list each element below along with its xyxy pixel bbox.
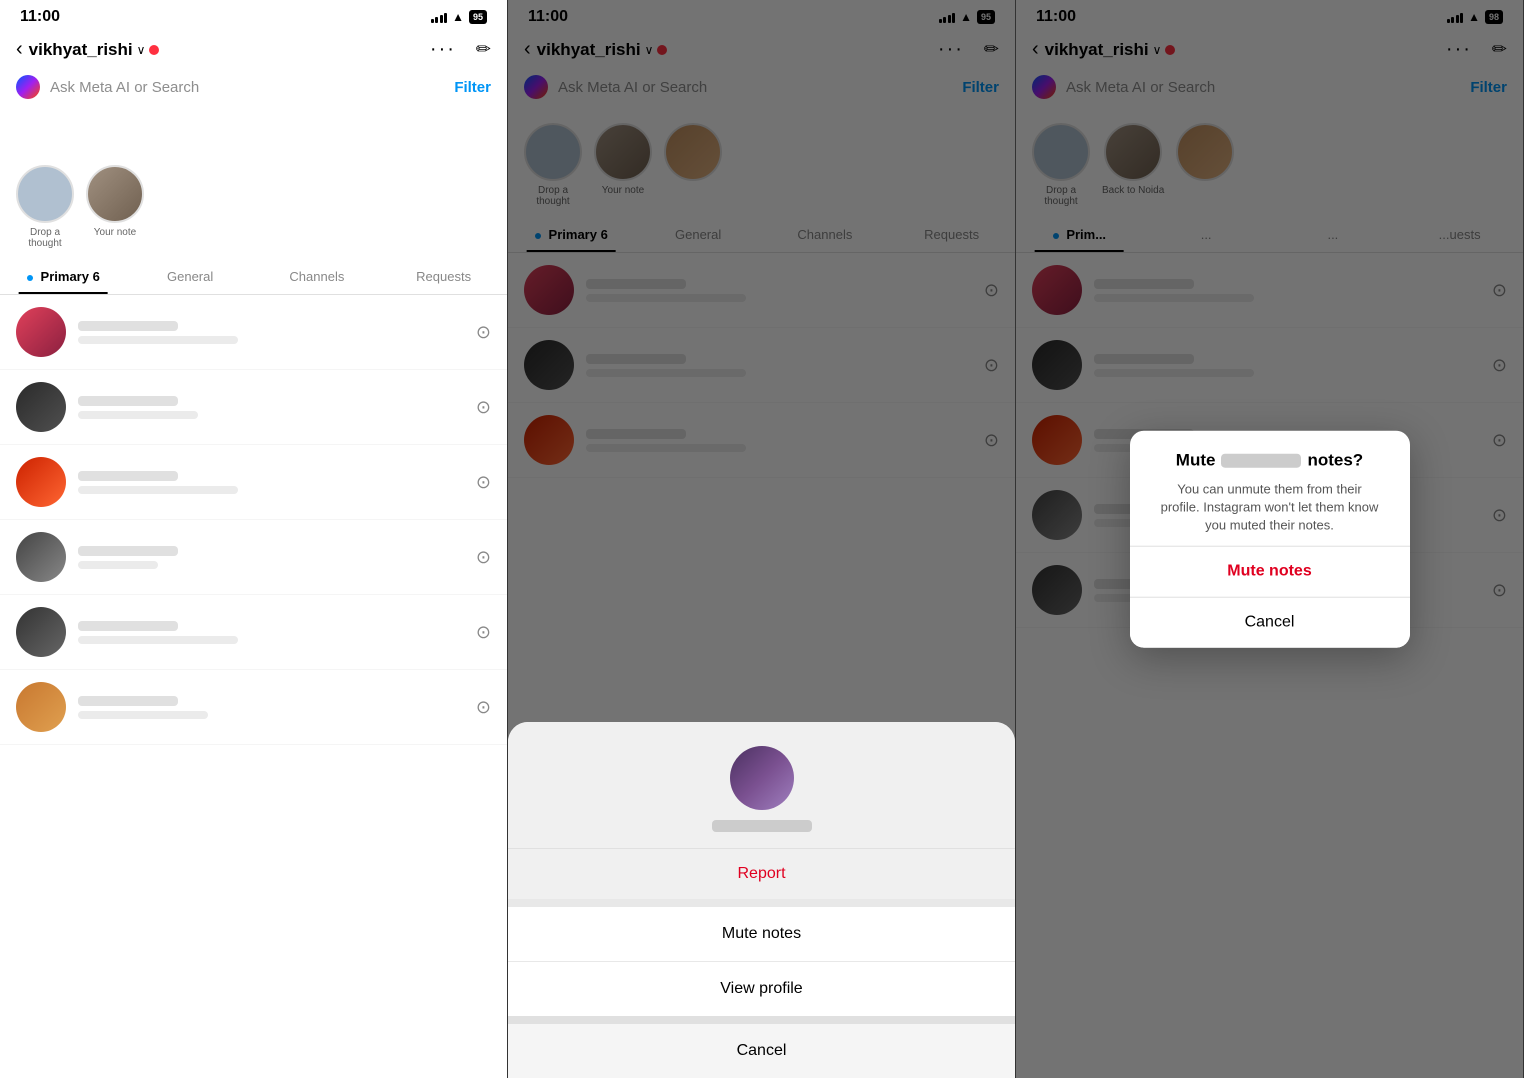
back-button-1[interactable]: ‹ (16, 38, 23, 61)
tabs-row-1: Primary 6 General Channels Requests (0, 259, 507, 295)
panel-2: 11:00 ▲ 95 ‹ vikhyat_rishi ∨ ··· ✏ (508, 0, 1016, 1078)
bs-view-profile-button[interactable]: View profile (508, 961, 1015, 1016)
mute-dialog-header: Mute notes? You can unmute them from the… (1130, 431, 1410, 546)
note-label-own: Drop athought (28, 227, 61, 249)
message-item-1d[interactable]: ⊙ (0, 520, 507, 595)
note-item-friend1[interactable]: Your note (86, 165, 144, 249)
status-time-1: 11:00 (20, 8, 60, 26)
msg-name-bar-1c (78, 471, 178, 481)
header-right-1: ··· ✏ (430, 38, 491, 61)
msg-avatar-1a (16, 307, 66, 357)
msg-content-1b (78, 396, 464, 419)
mute-dialog: Mute notes? You can unmute them from the… (1130, 431, 1410, 648)
tab-general-label-1: General (167, 269, 213, 284)
bs-avatar (730, 746, 794, 810)
bs-profile-section (508, 722, 1015, 848)
message-item-1b[interactable]: ⊙ (0, 370, 507, 445)
panel-1: 11:00 ▲ 95 ‹ vikhyat_rishi ∨ ··· ✏ (0, 0, 508, 1078)
mute-notes-confirm-button[interactable]: Mute notes (1130, 545, 1410, 596)
msg-content-1e (78, 621, 464, 644)
msg-name-bar-1d (78, 546, 178, 556)
search-placeholder-1[interactable]: Ask Meta AI or Search (50, 79, 199, 96)
mute-title-label: Mute (1176, 451, 1216, 471)
bottom-sheet-2: Report Mute notes View profile Cancel (508, 722, 1015, 1078)
username-area-1[interactable]: vikhyat_rishi ∨ (29, 40, 160, 60)
camera-icon-1e[interactable]: ⊙ (476, 622, 491, 643)
header-nav-1: ‹ vikhyat_rishi ∨ ··· ✏ (0, 30, 507, 69)
msg-name-bar-1a (78, 321, 178, 331)
camera-icon-1f[interactable]: ⊙ (476, 697, 491, 718)
bs-username-bar (712, 820, 812, 832)
msg-preview-bar-1c (78, 486, 238, 494)
message-item-1f[interactable]: ⊙ (0, 670, 507, 745)
msg-name-bar-1b (78, 396, 178, 406)
msg-avatar-1e (16, 607, 66, 657)
msg-preview-bar-1b (78, 411, 198, 419)
search-left-1: Ask Meta AI or Search (16, 75, 454, 99)
chevron-down-icon-1: ∨ (137, 43, 146, 57)
bs-report-button[interactable]: Report (508, 848, 1015, 899)
msg-preview-bar-1d (78, 561, 158, 569)
note-item-own[interactable]: Drop athought (16, 165, 74, 249)
msg-avatar-1d (16, 532, 66, 582)
camera-icon-1b[interactable]: ⊙ (476, 397, 491, 418)
filter-button-1[interactable]: Filter (454, 79, 491, 96)
bs-mute-notes-button[interactable]: Mute notes (508, 899, 1015, 961)
msg-preview-bar-1a (78, 336, 238, 344)
panel-3: 11:00 ▲ 98 ‹ vikhyat_rishi ∨ ··· ✏ (1016, 0, 1524, 1078)
more-options-button-1[interactable]: ··· (430, 38, 456, 61)
bs-cancel-button[interactable]: Cancel (508, 1016, 1015, 1078)
message-item-1a[interactable]: ⊙ (0, 295, 507, 370)
camera-icon-1c[interactable]: ⊙ (476, 472, 491, 493)
edit-button-1[interactable]: ✏ (476, 39, 491, 60)
msg-avatar-1b (16, 382, 66, 432)
camera-icon-1d[interactable]: ⊙ (476, 547, 491, 568)
message-item-1e[interactable]: ⊙ (0, 595, 507, 670)
tab-channels-label-1: Channels (289, 269, 344, 284)
mute-description-text: You can unmute them from their profile. … (1150, 481, 1390, 536)
msg-avatar-1f (16, 682, 66, 732)
username-text-1: vikhyat_rishi (29, 40, 133, 60)
mute-title-row: Mute notes? (1150, 451, 1390, 471)
mute-notes-label: notes? (1307, 451, 1363, 471)
msg-content-1f (78, 696, 464, 719)
msg-preview-bar-1e (78, 636, 238, 644)
camera-icon-1a[interactable]: ⊙ (476, 322, 491, 343)
msg-name-bar-1e (78, 621, 178, 631)
tab-general-1[interactable]: General (127, 259, 254, 294)
tab-requests-1[interactable]: Requests (380, 259, 507, 294)
mute-cancel-button[interactable]: Cancel (1130, 596, 1410, 647)
status-bar-1: 11:00 ▲ 95 (0, 0, 507, 30)
tab-channels-1[interactable]: Channels (254, 259, 381, 294)
note-avatar-own (16, 165, 74, 223)
msg-content-1c (78, 471, 464, 494)
note-avatar-friend1 (86, 165, 144, 223)
notes-row-1: ♪ Jaane Na Atif Aslam,... Back to Noida … (0, 155, 507, 259)
msg-name-bar-1f (78, 696, 178, 706)
mute-username-bar (1221, 454, 1301, 468)
message-list-1: ⊙ ⊙ ⊙ ⊙ (0, 295, 507, 745)
msg-preview-bar-1f (78, 711, 208, 719)
tab-requests-label-1: Requests (416, 269, 471, 284)
msg-avatar-1c (16, 457, 66, 507)
wifi-icon-1: ▲ (452, 10, 464, 24)
msg-content-1d (78, 546, 464, 569)
tab-dot-1 (27, 275, 33, 281)
battery-1: 95 (469, 10, 487, 24)
signal-icon-1 (431, 11, 448, 23)
meta-ai-icon-1 (16, 75, 40, 99)
note-label-friend1: Your note (94, 227, 136, 238)
status-icons-1: ▲ 95 (431, 10, 487, 24)
header-left-1: ‹ vikhyat_rishi ∨ (16, 38, 159, 61)
tab-primary-label-1: Primary 6 (41, 269, 100, 284)
search-bar-1: Ask Meta AI or Search Filter (0, 69, 507, 105)
tab-primary-1[interactable]: Primary 6 (0, 259, 127, 294)
message-item-1c[interactable]: ⊙ (0, 445, 507, 520)
online-indicator-1 (149, 45, 159, 55)
msg-content-1a (78, 321, 464, 344)
